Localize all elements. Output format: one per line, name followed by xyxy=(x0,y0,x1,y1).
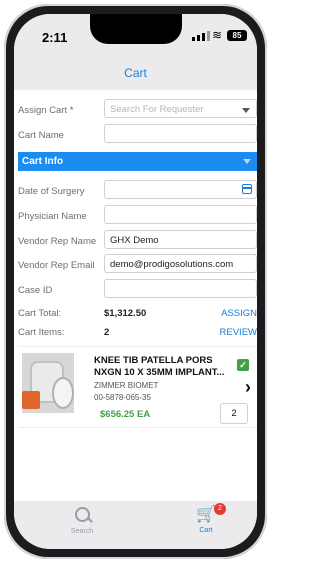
rep-email-input[interactable]: demo@prodigosolutions.com xyxy=(104,254,257,273)
nav-bar: Cart xyxy=(14,56,257,90)
tab-bar: Search 🛒 2 Cart xyxy=(14,501,257,549)
cart-name-row: Cart Name xyxy=(18,124,257,149)
physician-label: Physician Name xyxy=(18,211,87,222)
chevron-right-icon[interactable]: › xyxy=(245,377,251,398)
notch xyxy=(90,14,182,44)
item-manufacturer: ZIMMER BIOMET xyxy=(94,381,159,390)
case-id-label: Case ID xyxy=(18,285,53,296)
physician-row: Physician Name xyxy=(18,205,257,230)
item-name: KNEE TIB PATELLA PORS NXGN 10 X 35MM IMP… xyxy=(94,355,225,378)
cart-name-label: Cart Name xyxy=(18,130,64,141)
rep-email-label: Vendor Rep Email xyxy=(18,260,95,271)
assign-cart-select[interactable]: Search For Requester xyxy=(104,99,257,118)
rep-email-row: Vendor Rep Email demo@prodigosolutions.c… xyxy=(18,254,257,279)
cart-icon: 🛒 xyxy=(196,506,216,523)
assign-cart-label-text: Assign Cart xyxy=(18,105,68,116)
tab-search[interactable]: Search xyxy=(47,507,117,535)
rep-name-input[interactable]: GHX Demo xyxy=(104,230,257,249)
surgery-date-row: Date of Surgery xyxy=(18,180,257,205)
cart-name-input[interactable] xyxy=(104,124,257,143)
cart-items-label: Cart Items: xyxy=(18,327,65,338)
tab-cart[interactable]: 🛒 2 Cart xyxy=(171,503,241,534)
cart-info-title: Cart Info xyxy=(22,156,64,167)
item-price: $656.25 EA xyxy=(100,409,151,420)
calendar-icon[interactable] xyxy=(242,184,252,194)
wifi-icon: ≋ xyxy=(212,28,223,42)
phone-frame: 2:11 ≋ 85 Cart Assign Cart * Search For … xyxy=(4,4,267,559)
page-title: Cart xyxy=(124,66,147,80)
required-marker: * xyxy=(69,105,74,116)
assign-link[interactable]: ASSIGN xyxy=(221,308,257,319)
assign-cart-row: Assign Cart * Search For Requester xyxy=(18,99,257,124)
check-icon[interactable]: ✓ xyxy=(237,359,249,371)
product-image xyxy=(22,353,74,413)
rep-name-label: Vendor Rep Name xyxy=(18,236,97,247)
quantity-input[interactable]: 2 xyxy=(220,403,248,424)
phone-screen: 2:11 ≋ 85 Cart Assign Cart * Search For … xyxy=(14,14,257,549)
surgery-date-input[interactable] xyxy=(104,180,257,199)
case-id-row: Case ID xyxy=(18,279,257,304)
cart-badge: 2 xyxy=(214,503,226,515)
assign-cart-placeholder: Search For Requester xyxy=(110,104,204,115)
cart-items-row: Cart Items: 2 REVIEW xyxy=(18,321,257,346)
status-bar: 2:11 ≋ 85 xyxy=(14,14,257,56)
cart-total-label: Cart Total: xyxy=(18,308,62,319)
physician-input[interactable] xyxy=(104,205,257,224)
surgery-date-label: Date of Surgery xyxy=(18,186,85,197)
review-link[interactable]: REVIEW xyxy=(220,327,257,338)
battery-icon: 85 xyxy=(227,30,247,41)
collapse-chevron-icon xyxy=(243,159,251,164)
assign-cart-label: Assign Cart * xyxy=(18,105,73,116)
cart-item[interactable]: KNEE TIB PATELLA PORS NXGN 10 X 35MM IMP… xyxy=(18,346,257,428)
chevron-down-icon xyxy=(242,108,250,113)
cart-items-value: 2 xyxy=(104,327,110,338)
status-time: 2:11 xyxy=(42,30,68,45)
signal-icon xyxy=(192,31,210,41)
tab-search-label: Search xyxy=(70,528,94,535)
cart-info-header[interactable]: Cart Info xyxy=(18,152,257,171)
item-part-number: 00-5878-065-35 xyxy=(94,393,151,402)
tab-cart-label: Cart xyxy=(199,527,213,534)
search-icon xyxy=(74,507,90,522)
case-id-input[interactable] xyxy=(104,279,257,298)
rep-name-row: Vendor Rep Name GHX Demo xyxy=(18,230,257,255)
cart-total-value: $1,312.50 xyxy=(104,308,147,319)
